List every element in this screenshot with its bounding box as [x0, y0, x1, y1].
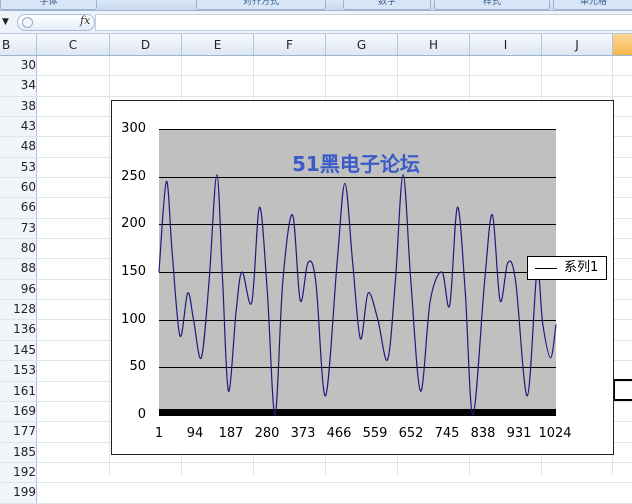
ribbon-group-alignment[interactable]: 对齐方式 [196, 0, 326, 10]
ribbon-group-styles[interactable]: 样式 [434, 0, 550, 10]
sheet-row[interactable]: 34 [0, 76, 632, 97]
gridline [159, 224, 556, 226]
column-header-e[interactable]: E [182, 34, 254, 55]
cell-value[interactable]: 48 [0, 137, 37, 157]
formula-bar: ▼ fx [0, 11, 632, 34]
x-tick-label: 745 [434, 426, 460, 441]
cell-value[interactable]: 145 [0, 340, 37, 361]
cell-value[interactable]: 30 [0, 56, 37, 76]
formula-input[interactable] [95, 14, 632, 31]
cell-value[interactable]: 80 [0, 239, 37, 259]
legend-label: 系列1 [564, 260, 599, 275]
column-header-f[interactable]: F [254, 34, 326, 55]
ribbon-group-cells[interactable]: 单元格 [553, 0, 632, 10]
legend-line-swatch [535, 268, 557, 269]
gridline [159, 319, 556, 321]
column-header-d[interactable]: D [110, 34, 182, 55]
insert-function-button[interactable]: fx [80, 14, 90, 27]
gridline [159, 367, 556, 369]
cell-value[interactable]: 38 [0, 96, 37, 117]
x-tick-label: 559 [362, 426, 388, 441]
column-header-c[interactable]: C [37, 34, 110, 55]
x-tick-label: 280 [254, 426, 280, 441]
cell-value[interactable]: 66 [0, 198, 37, 218]
chart-watermark: 51黑电子论坛 [292, 152, 420, 176]
cell-value[interactable]: 88 [0, 259, 37, 279]
x-tick-label: 931 [506, 426, 532, 441]
ribbon-group-font[interactable]: 字体 [0, 0, 97, 10]
cell-value[interactable]: 192 [0, 462, 37, 483]
x-tick-label: 94 [186, 426, 204, 441]
x-tick-label: 466 [326, 426, 352, 441]
cell-value[interactable]: 34 [0, 76, 37, 96]
cell-value[interactable]: 96 [0, 279, 37, 300]
expand-circle-icon[interactable] [22, 17, 33, 28]
x-tick-label: 1 [154, 426, 164, 441]
y-tick-label: 300 [121, 121, 146, 136]
y-tick-label: 150 [121, 264, 146, 279]
x-tick-label: 1024 [538, 426, 572, 441]
cell-value[interactable]: 136 [0, 320, 37, 340]
namebox-dropdown-icon[interactable]: ▼ [2, 17, 9, 27]
cell-value[interactable]: 169 [0, 401, 37, 422]
cell-value[interactable]: 153 [0, 361, 37, 381]
y-tick-label: 250 [121, 168, 146, 184]
x-tick-label: 838 [470, 426, 496, 441]
sheet-row[interactable]: 30 [0, 56, 632, 77]
cell-value[interactable]: 43 [0, 117, 37, 137]
cell-value[interactable]: 177 [0, 422, 37, 442]
cell-value[interactable]: 128 [0, 300, 37, 320]
chart-legend[interactable]: 系列1 [527, 256, 607, 280]
x-tick-label: 187 [218, 426, 244, 441]
sheet-row[interactable]: 192 [0, 462, 632, 484]
y-tick-label: 0 [137, 407, 146, 422]
cell-value[interactable]: 161 [0, 381, 37, 401]
y-tick-label: 200 [121, 216, 146, 232]
column-header-g[interactable]: G [326, 34, 398, 55]
x-axis-bar [159, 409, 556, 415]
column-header-j[interactable]: J [542, 34, 613, 55]
gridline [159, 272, 556, 273]
cell-value[interactable]: 53 [0, 157, 37, 178]
cell-value[interactable]: 60 [0, 178, 37, 198]
ribbon-group-number[interactable]: 数字 [343, 0, 431, 10]
column-header-i[interactable]: I [470, 34, 542, 55]
y-tick-label: 50 [129, 359, 146, 375]
column-header-b[interactable]: B [0, 34, 37, 55]
cell-value[interactable]: 199 [0, 483, 37, 503]
cell-value[interactable]: 73 [0, 218, 37, 239]
x-tick-label: 373 [290, 426, 316, 441]
ribbon-strip: 字体 对齐方式 数字 样式 单元格 [0, 0, 632, 11]
cell-value[interactable]: 185 [0, 442, 37, 462]
gridline [159, 415, 556, 416]
gridline [159, 129, 556, 130]
sheet-row[interactable]: 199 [0, 483, 632, 504]
x-tick-label: 652 [398, 426, 424, 441]
column-header-h[interactable]: H [398, 34, 470, 55]
column-header-selected[interactable] [613, 34, 632, 55]
column-headers: B C D E F G H I J [0, 34, 632, 56]
active-cell[interactable] [613, 379, 632, 401]
formula-tools: fx [17, 14, 95, 31]
y-tick-label: 100 [121, 311, 146, 327]
